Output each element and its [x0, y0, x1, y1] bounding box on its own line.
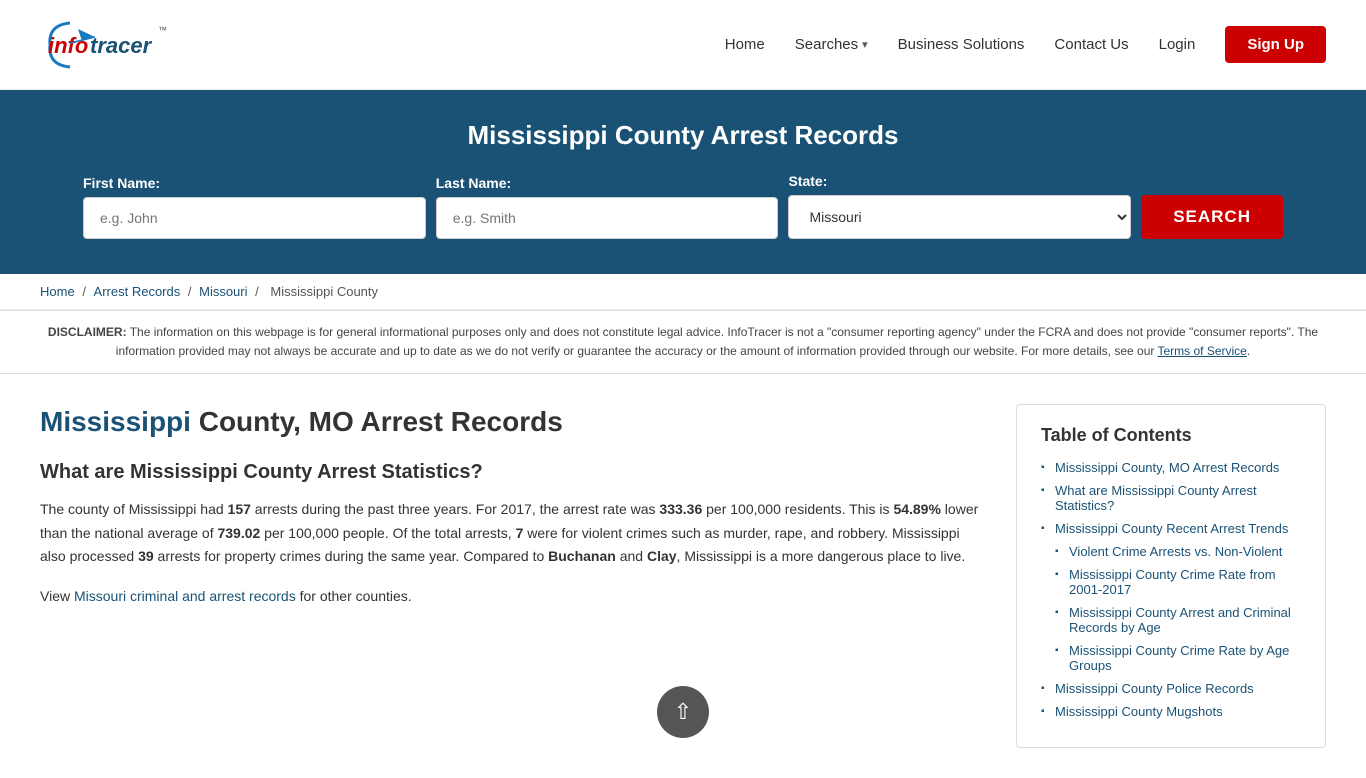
breadcrumb-home[interactable]: Home — [40, 284, 75, 299]
nav-signup[interactable]: Sign Up — [1225, 26, 1326, 63]
first-name-label: First Name: — [83, 175, 160, 191]
search-button[interactable]: SEARCH — [1141, 195, 1283, 239]
toc-item: Violent Crime Arrests vs. Non-Violent — [1041, 544, 1301, 559]
breadcrumb-arrest-records[interactable]: Arrest Records — [94, 284, 181, 299]
missouri-records-link[interactable]: Missouri criminal and arrest records — [74, 588, 296, 604]
section1-title: What are Mississippi County Arrest Stati… — [40, 461, 986, 484]
buchanan-link: Buchanan — [548, 548, 616, 564]
scroll-top-button[interactable]: ⇧ — [657, 686, 709, 738]
arrow-up-icon: ⇧ — [674, 699, 692, 725]
chevron-down-icon: ▾ — [862, 38, 868, 51]
article-title-highlight: Mississippi — [40, 406, 191, 437]
article-body1: The county of Mississippi had 157 arrest… — [40, 498, 986, 569]
toc-item: Mississippi County Crime Rate from 2001-… — [1041, 567, 1301, 597]
toc-link[interactable]: What are Mississippi County Arrest Stati… — [1055, 483, 1257, 513]
national-avg: 739.02 — [217, 525, 260, 541]
toc-title: Table of Contents — [1041, 425, 1301, 446]
hero-section: Mississippi County Arrest Records First … — [0, 90, 1366, 274]
nav-business-solutions[interactable]: Business Solutions — [898, 36, 1025, 53]
logo[interactable]: info tracer ™ — [40, 15, 200, 75]
last-name-group: Last Name: — [436, 175, 779, 239]
breadcrumb-missouri[interactable]: Missouri — [199, 284, 247, 299]
property-count: 39 — [138, 548, 154, 564]
toc-link[interactable]: Mississippi County Arrest and Criminal R… — [1069, 605, 1291, 635]
lower-percent: 54.89% — [893, 501, 940, 517]
disclaimer-end: . — [1247, 344, 1250, 358]
toc-link[interactable]: Mississippi County Mugshots — [1055, 704, 1223, 719]
svg-text:tracer: tracer — [90, 33, 153, 58]
toc-link[interactable]: Violent Crime Arrests vs. Non-Violent — [1069, 544, 1282, 559]
site-header: info tracer ™ Home Searches ▾ Business S… — [0, 0, 1366, 90]
arrest-rate: 333.36 — [659, 501, 702, 517]
toc-item: Mississippi County Crime Rate by Age Gro… — [1041, 643, 1301, 673]
toc-link[interactable]: Mississippi County Crime Rate from 2001-… — [1069, 567, 1276, 597]
breadcrumb: Home / Arrest Records / Missouri / Missi… — [0, 274, 1366, 310]
toc-item: Mississippi County Recent Arrest Trends — [1041, 521, 1301, 536]
nav-searches[interactable]: Searches ▾ — [795, 36, 868, 53]
disclaimer-label: DISCLAIMER: — [48, 325, 127, 339]
toc-list: Mississippi County, MO Arrest Records Wha… — [1041, 460, 1301, 719]
state-group: State: AlabamaAlaskaArizonaArkansasCalif… — [788, 173, 1131, 239]
toc-item: What are Mississippi County Arrest Stati… — [1041, 483, 1301, 513]
article-body2: View Missouri criminal and arrest record… — [40, 585, 986, 609]
toc-item: Mississippi County Police Records — [1041, 681, 1301, 696]
main-nav: Home Searches ▾ Business Solutions Conta… — [725, 26, 1326, 63]
breadcrumb-sep1: / — [82, 284, 89, 299]
state-select[interactable]: AlabamaAlaskaArizonaArkansasCaliforniaCo… — [788, 195, 1131, 239]
nav-home[interactable]: Home — [725, 36, 765, 53]
toc-item: Mississippi County Mugshots — [1041, 704, 1301, 719]
search-form: First Name: Last Name: State: AlabamaAla… — [83, 173, 1283, 239]
clay-link: Clay — [647, 548, 677, 564]
disclaimer-tos-link[interactable]: Terms of Service — [1158, 344, 1247, 358]
toc-item: Mississippi County Arrest and Criminal R… — [1041, 605, 1301, 635]
hero-title: Mississippi County Arrest Records — [40, 120, 1326, 151]
state-label: State: — [788, 173, 827, 189]
last-name-label: Last Name: — [436, 175, 511, 191]
last-name-input[interactable] — [436, 197, 779, 239]
article-title: Mississippi County, MO Arrest Records — [40, 404, 986, 440]
toc-link[interactable]: Mississippi County Police Records — [1055, 681, 1254, 696]
nav-contact-us[interactable]: Contact Us — [1054, 36, 1128, 53]
article: Mississippi County, MO Arrest Records Wh… — [40, 404, 1016, 625]
article-title-rest: County, MO Arrest Records — [191, 406, 563, 437]
breadcrumb-county: Mississippi County — [270, 284, 378, 299]
toc-link[interactable]: Mississippi County Recent Arrest Trends — [1055, 521, 1288, 536]
nav-login[interactable]: Login — [1159, 36, 1196, 53]
toc-link[interactable]: Mississippi County, MO Arrest Records — [1055, 460, 1279, 475]
breadcrumb-sep2: / — [188, 284, 195, 299]
breadcrumb-sep3: / — [255, 284, 262, 299]
svg-text:™: ™ — [158, 25, 167, 35]
disclaimer-section: DISCLAIMER: The information on this webp… — [0, 310, 1366, 374]
toc-item: Mississippi County, MO Arrest Records — [1041, 460, 1301, 475]
toc-link[interactable]: Mississippi County Crime Rate by Age Gro… — [1069, 643, 1289, 673]
first-name-group: First Name: — [83, 175, 426, 239]
table-of-contents: Table of Contents Mississippi County, MO… — [1016, 404, 1326, 748]
first-name-input[interactable] — [83, 197, 426, 239]
disclaimer-text: The information on this webpage is for g… — [116, 325, 1318, 358]
arrest-count: 157 — [228, 501, 251, 517]
